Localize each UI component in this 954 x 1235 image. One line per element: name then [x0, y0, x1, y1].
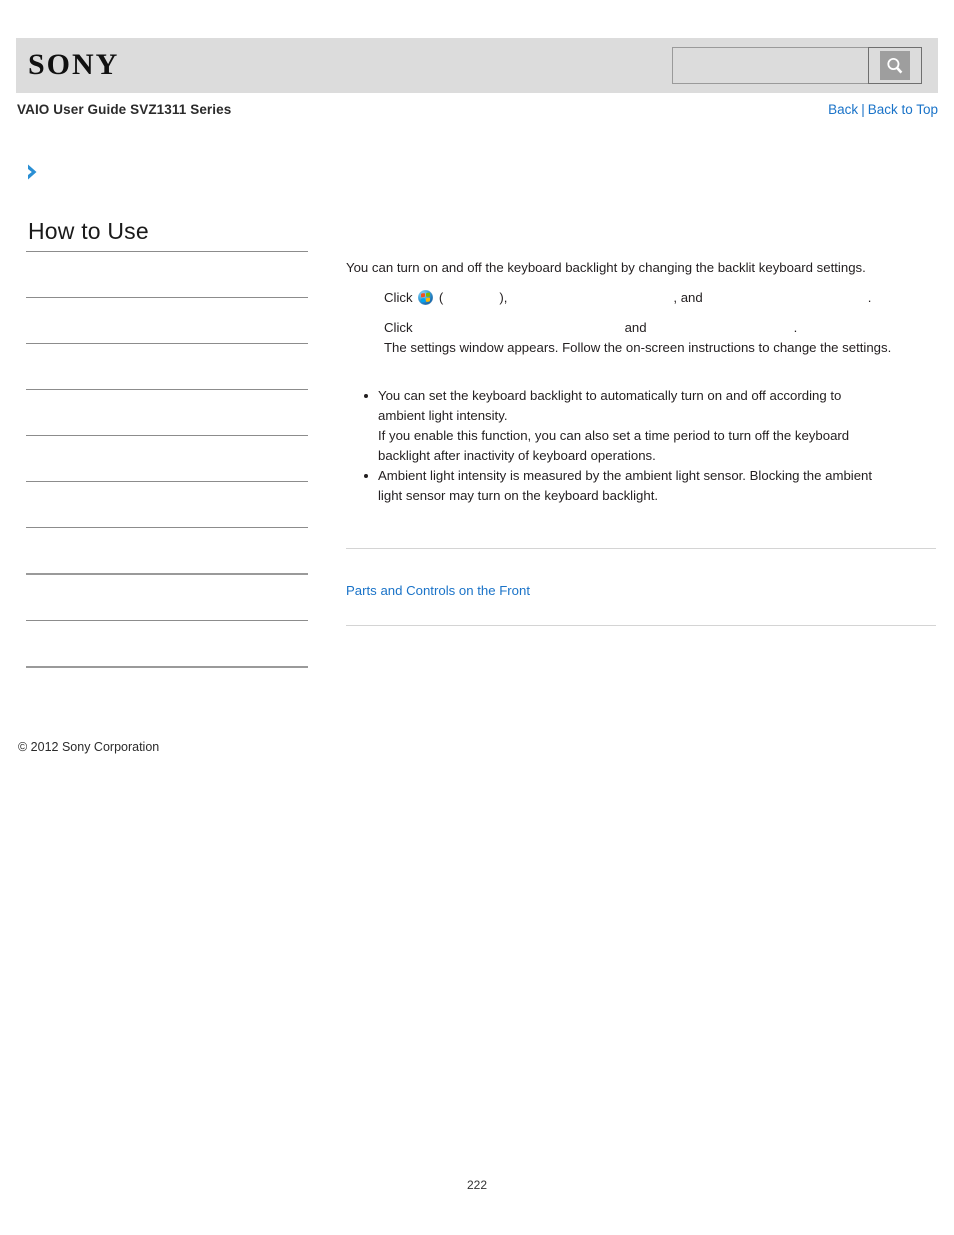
note-1-line-1: You can set the keyboard backlight to au…	[378, 388, 842, 403]
step-item-1: Click (), , and.	[384, 288, 936, 308]
search-button[interactable]	[868, 47, 922, 84]
note-list: You can set the keyboard backlight to au…	[346, 386, 936, 506]
search-input[interactable]	[672, 47, 868, 84]
related-link-parts-and-controls-on-the-front[interactable]: Parts and Controls on the Front	[346, 583, 530, 598]
sidebar-item-5[interactable]	[26, 436, 308, 481]
search-area	[672, 47, 922, 84]
step-2-conjunction: and	[624, 320, 647, 335]
step-1-prefix: Click	[384, 290, 413, 305]
step-2-line: Click and.	[384, 318, 936, 338]
content-lead: You can turn on and off the keyboard bac…	[346, 260, 866, 275]
back-to-top-link[interactable]: Back to Top	[868, 102, 938, 117]
note-item-1: You can set the keyboard backlight to au…	[364, 386, 936, 466]
top-navigation: Back | Back to Top	[828, 102, 938, 117]
note-2-line-1: Ambient light intensity is measured by t…	[378, 468, 873, 483]
sidebar-title: How to Use	[28, 218, 149, 244]
sidebar-item-6[interactable]	[26, 482, 308, 527]
guide-title: VAIO User Guide SVZ1311 Series	[17, 102, 232, 117]
sidebar-item-8[interactable]	[26, 575, 308, 620]
step-2-prefix: Click	[384, 320, 413, 335]
step-1-period: .	[867, 290, 872, 305]
step-2-result: The settings window appears. Follow the …	[384, 340, 892, 355]
note-1-line-3: If you enable this function, you can als…	[378, 428, 850, 443]
sony-logo: SONY	[28, 48, 120, 81]
step-item-2: Click and. The settings window appears. F…	[384, 318, 936, 358]
chevron-right-icon	[25, 163, 43, 183]
main-content: You can turn on and off the keyboard bac…	[346, 258, 936, 626]
step-list: Click (), , and. Click and. The settings w…	[346, 288, 936, 358]
note-2-line-2: light sensor may turn on the keyboard ba…	[378, 488, 659, 503]
step-1-conjunction: , and	[673, 290, 703, 305]
back-link[interactable]: Back	[828, 102, 858, 117]
sidebar-item-2[interactable]	[26, 298, 308, 343]
sidebar-item-9[interactable]	[26, 621, 308, 666]
sidebar-item-3[interactable]	[26, 344, 308, 389]
related-topics: Parts and Controls on the Front	[346, 549, 936, 600]
sidebar: How to Use	[26, 216, 308, 668]
note-1-line-4: backlight after inactivity of keyboard o…	[378, 448, 656, 463]
sidebar-item-7[interactable]	[26, 528, 308, 573]
page: SONY VAIO User Guide SVZ1311 Series Back…	[0, 0, 954, 1235]
note-item-2: Ambient light intensity is measured by t…	[364, 466, 936, 506]
related-rule-bottom	[346, 625, 936, 626]
copyright-text: © 2012 Sony Corporation	[18, 740, 160, 754]
page-number: 222	[466, 1178, 488, 1192]
sidebar-item-1[interactable]	[26, 252, 308, 297]
note-1-line-2: ambient light intensity.	[378, 408, 508, 423]
search-icon	[880, 51, 910, 80]
header-band: SONY	[16, 38, 938, 93]
step-2-period: .	[793, 320, 798, 335]
nav-separator: |	[861, 102, 865, 117]
windows-start-orb-icon	[418, 290, 434, 305]
step-1-open-paren: (	[438, 290, 444, 305]
sidebar-item-4[interactable]	[26, 390, 308, 435]
step-1-close-paren: ),	[499, 290, 508, 305]
sidebar-rule-9	[26, 666, 308, 668]
step-1-line: Click (), , and.	[384, 288, 936, 308]
